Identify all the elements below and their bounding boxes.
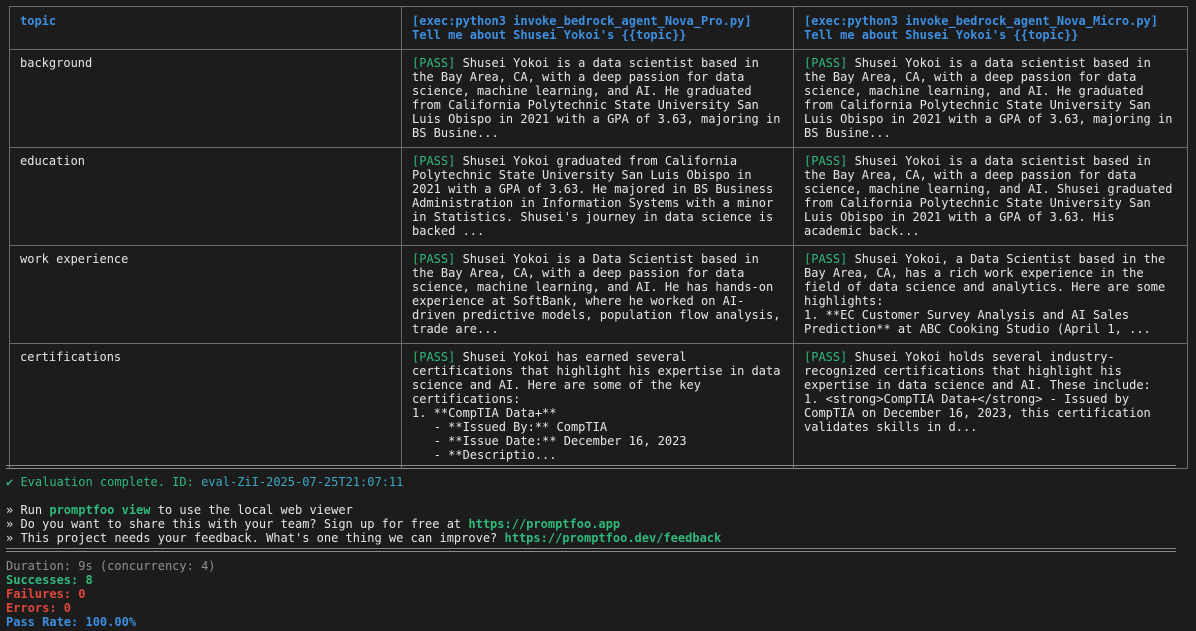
response-text: Shusei Yokoi holds several industry-reco…	[804, 350, 1151, 434]
topic-cell: education	[9, 147, 402, 246]
topic-cell: certifications	[9, 343, 402, 469]
nova-pro-cell: [PASS] Shusei Yokoi is a Data Scientist …	[401, 245, 794, 344]
pass-badge: [PASS]	[412, 350, 456, 364]
divider-bottom	[6, 548, 1176, 552]
response-text: Shusei Yokoi graduated from California P…	[412, 154, 781, 238]
feedback-hint-line: » This project needs your feedback. What…	[6, 531, 722, 545]
nova-pro-cell: [PASS] Shusei Yokoi is a data scientist …	[401, 49, 794, 148]
evaluation-id[interactable]: eval-ZiI-2025-07-25T21:07:11	[201, 475, 403, 489]
response-text: Shusei Yokoi is a Data Scientist based i…	[412, 252, 788, 336]
view-hint-line: » Run promptfoo view to use the local we…	[6, 503, 353, 517]
header-nova-pro: [exec:python3 invoke_bedrock_agent_Nova_…	[401, 6, 794, 50]
successes-count: Successes: 8	[6, 573, 93, 587]
divider-top	[6, 465, 1176, 469]
response-text: Shusei Yokoi is a data scientist based i…	[412, 56, 788, 140]
table-row: background [PASS] Shusei Yokoi is a data…	[9, 49, 1188, 148]
evaluation-complete-line: ✔ Evaluation complete. ID: eval-ZiI-2025…	[6, 475, 403, 489]
terminal-window: topic [exec:python3 invoke_bedrock_agent…	[0, 0, 1196, 631]
header-nova-micro: [exec:python3 invoke_bedrock_agent_Nova_…	[793, 6, 1188, 50]
feedback-link[interactable]: https://promptfoo.dev/feedback	[505, 531, 722, 545]
evaluation-complete-text: ✔ Evaluation complete. ID:	[6, 475, 202, 489]
nova-pro-cell: [PASS] Shusei Yokoi graduated from Calif…	[401, 147, 794, 246]
share-hint-line: » Do you want to share this with your te…	[6, 517, 621, 531]
duration-text: Duration: 9s (concurrency: 4)	[6, 559, 216, 573]
table-header-row: topic [exec:python3 invoke_bedrock_agent…	[9, 6, 1188, 50]
nova-micro-cell: [PASS] Shusei Yokoi is a data scientist …	[793, 49, 1188, 148]
topic-cell: work experience	[9, 245, 402, 344]
pass-rate: Pass Rate: 100.00%	[6, 615, 137, 629]
response-text: Shusei Yokoi is a data scientist based i…	[804, 154, 1180, 238]
nova-micro-cell: [PASS] Shusei Yokoi, a Data Scientist ba…	[793, 245, 1188, 344]
errors-count: Errors: 0	[6, 601, 72, 615]
nova-micro-cell: [PASS] Shusei Yokoi is a data scientist …	[793, 147, 1188, 246]
pass-badge: [PASS]	[804, 350, 848, 364]
table-row: certifications [PASS] Shusei Yokoi has e…	[9, 343, 1188, 469]
topic-cell: background	[9, 49, 402, 148]
header-topic: topic	[9, 6, 402, 50]
table-row: education [PASS] Shusei Yokoi graduated …	[9, 147, 1188, 246]
pass-badge: [PASS]	[804, 154, 848, 168]
results-table: topic [exec:python3 invoke_bedrock_agent…	[9, 6, 1188, 469]
response-text: Shusei Yokoi has earned several certific…	[412, 350, 781, 462]
failures-count: Failures: 0	[6, 587, 86, 601]
table-row: work experience [PASS] Shusei Yokoi is a…	[9, 245, 1188, 344]
pass-badge: [PASS]	[412, 56, 456, 70]
pass-badge: [PASS]	[412, 252, 456, 266]
promptfoo-app-link[interactable]: https://promptfoo.app	[468, 517, 620, 531]
promptfoo-view-command[interactable]: promptfoo view	[49, 503, 150, 517]
nova-micro-cell: [PASS] Shusei Yokoi holds several indust…	[793, 343, 1188, 469]
nova-pro-cell: [PASS] Shusei Yokoi has earned several c…	[401, 343, 794, 469]
response-text: Shusei Yokoi, a Data Scientist based in …	[804, 252, 1166, 336]
pass-badge: [PASS]	[412, 154, 456, 168]
response-text: Shusei Yokoi is a data scientist based i…	[804, 56, 1180, 140]
pass-badge: [PASS]	[804, 252, 848, 266]
pass-badge: [PASS]	[804, 56, 848, 70]
